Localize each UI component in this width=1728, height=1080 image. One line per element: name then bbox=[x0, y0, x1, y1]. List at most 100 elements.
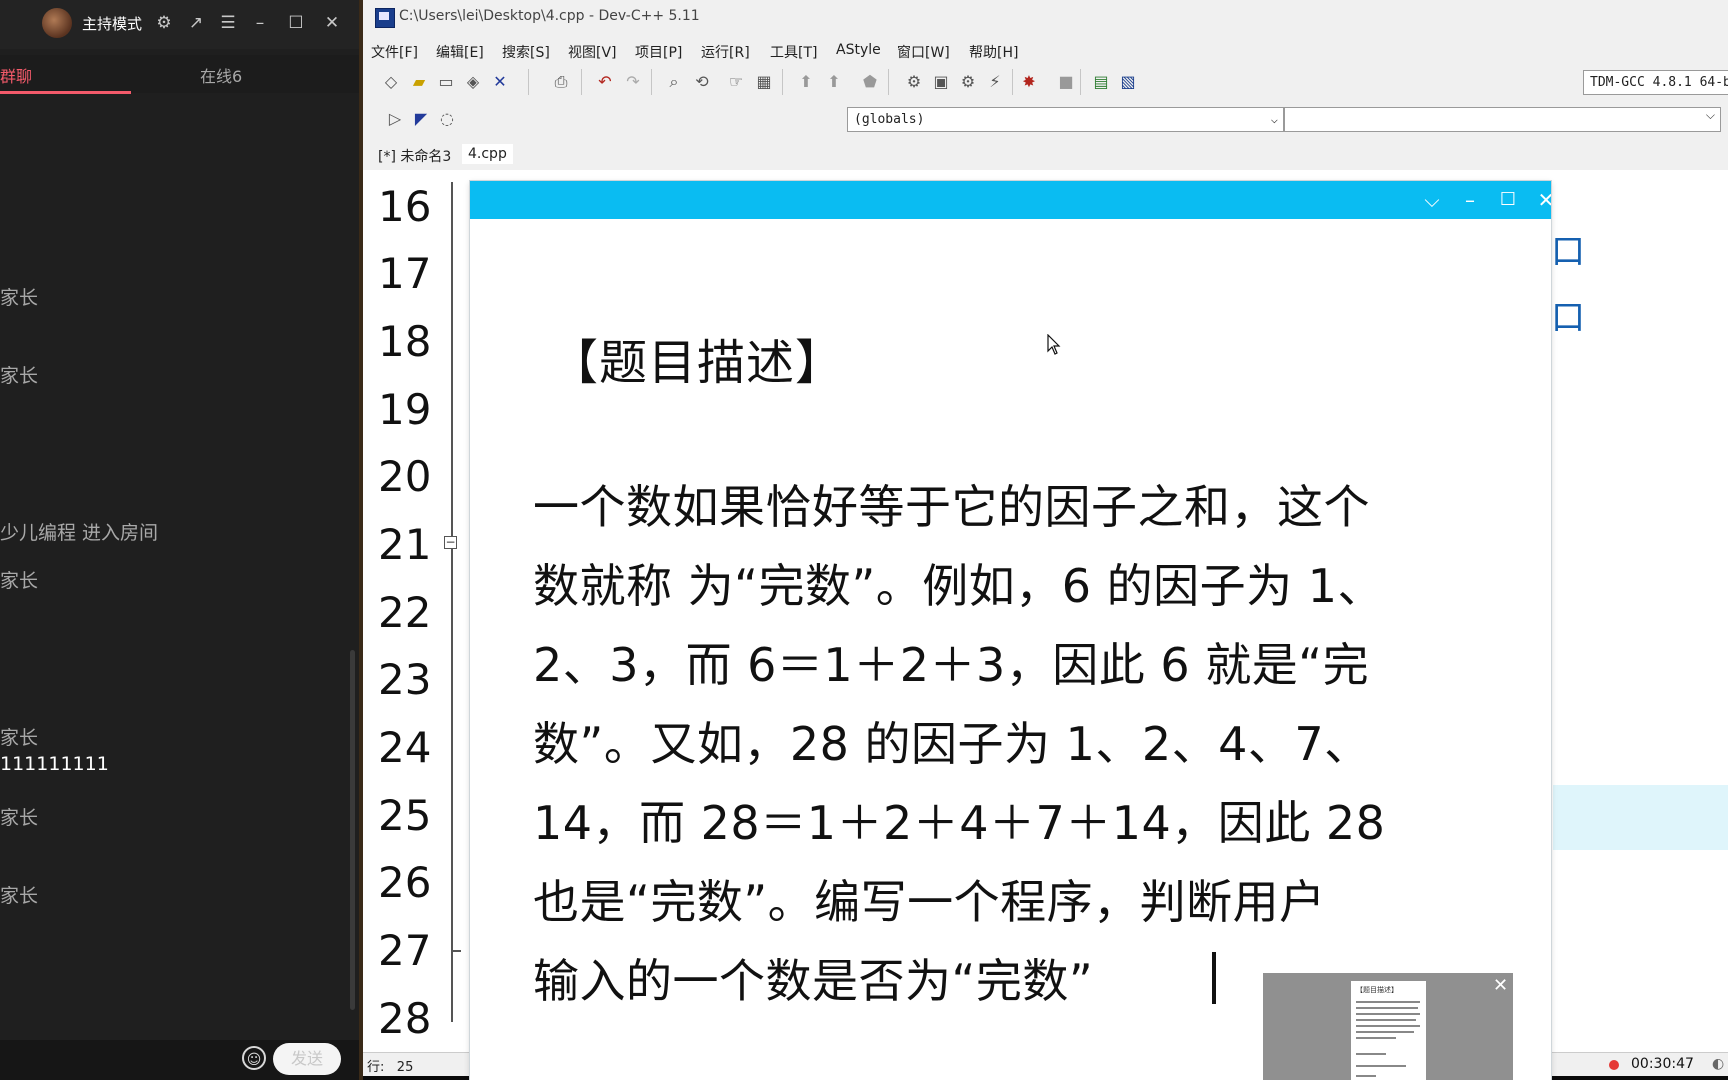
menu-help[interactable]: 帮助[H] bbox=[969, 42, 1018, 62]
replace-icon[interactable]: ⟲ bbox=[691, 71, 713, 93]
problem-heading: 【题目描述】 bbox=[550, 335, 845, 391]
open-file-icon[interactable]: ▰ bbox=[408, 71, 430, 93]
preview-heading: 【题目描述】 bbox=[1356, 986, 1398, 994]
chevron-down-icon: ⌵ bbox=[1705, 108, 1715, 122]
problem-text-line: 一个数如果恰好等于它的因子之和，这个 bbox=[533, 480, 1370, 534]
profile-icon[interactable]: ▧ bbox=[1117, 71, 1139, 93]
minimize-icon[interactable]: – bbox=[1451, 181, 1489, 219]
maximize-icon[interactable]: ☐ bbox=[1489, 181, 1527, 219]
current-line-highlight bbox=[1553, 785, 1728, 850]
book-icon[interactable]: ◤ bbox=[410, 108, 432, 130]
compiler-select[interactable]: TDM-GCC 4.8.1 64-bit Debug ⌵ bbox=[1583, 70, 1728, 95]
problem-text-line: 输入的一个数是否为“完数” bbox=[533, 954, 1094, 1008]
close-icon[interactable]: ✕ bbox=[1527, 181, 1551, 219]
debug-icon[interactable]: ✸ bbox=[1018, 71, 1040, 93]
preview-text-row bbox=[1356, 1001, 1420, 1003]
undo-icon[interactable]: ↶ bbox=[594, 71, 616, 93]
line-number: 18 bbox=[378, 317, 432, 366]
tab-4cpp[interactable]: 4.cpp bbox=[462, 144, 513, 164]
preview-thumbnail[interactable]: 【题目描述】 ✕ bbox=[1263, 973, 1513, 1080]
project-options-icon[interactable]: ▤ bbox=[1090, 71, 1112, 93]
menu-project[interactable]: 项目[P] bbox=[635, 42, 682, 62]
line-number: 16 bbox=[378, 182, 432, 231]
viewer-title-bar[interactable]: ⌵ – ☐ ✕ bbox=[470, 181, 1551, 219]
print-icon[interactable]: ⎙ bbox=[550, 71, 572, 93]
preview-text-row bbox=[1356, 1007, 1418, 1009]
menu-run[interactable]: 运行[R] bbox=[701, 42, 750, 62]
recording-options-icon[interactable]: ◐ bbox=[1712, 1056, 1724, 1072]
menu-file[interactable]: 文件[F] bbox=[371, 42, 418, 62]
recording-time: 00:30:47 bbox=[1631, 1056, 1694, 1072]
member-select[interactable]: ⌵ bbox=[1284, 107, 1721, 132]
indent-icon[interactable]: ⬆ bbox=[795, 71, 817, 93]
tab-online[interactable]: 在线6 bbox=[200, 63, 290, 87]
send-button[interactable]: 发送 bbox=[273, 1043, 341, 1075]
preview-text-row bbox=[1356, 1013, 1420, 1015]
avatar[interactable] bbox=[42, 8, 72, 38]
line-number: 27 bbox=[378, 926, 432, 975]
popout-icon[interactable]: ↗ bbox=[185, 12, 207, 34]
save-icon[interactable]: ▭ bbox=[435, 71, 457, 93]
line-number: 26 bbox=[378, 858, 432, 907]
line-number: 25 bbox=[378, 791, 432, 840]
menu-astyle[interactable]: AStyle bbox=[836, 42, 881, 58]
maximize-icon[interactable]: ☐ bbox=[285, 12, 307, 34]
compile-icon[interactable]: ⚙ bbox=[903, 71, 925, 93]
minimize-icon[interactable]: – bbox=[249, 12, 271, 34]
menu-view[interactable]: 视图[V] bbox=[568, 42, 617, 62]
line-label: 行: bbox=[367, 1060, 385, 1075]
chevron-down-icon: ⌵ bbox=[1270, 112, 1278, 126]
emoji-icon[interactable]: ☺ bbox=[242, 1046, 266, 1070]
active-tab-indicator bbox=[0, 91, 131, 94]
chat-message: 少儿编程 进入房间 bbox=[0, 522, 159, 544]
grid-icon[interactable]: ▦ bbox=[753, 71, 775, 93]
chat-message: 家长 bbox=[0, 287, 39, 309]
find-icon[interactable]: ⌕ bbox=[663, 71, 685, 93]
close-file-icon[interactable]: ✕ bbox=[489, 71, 511, 93]
problem-text-line: 数”。又如，28 的因子为 1、2、4、7、 bbox=[533, 717, 1371, 771]
line-number: 23 bbox=[378, 655, 432, 704]
chat-message: 111111111 bbox=[0, 753, 109, 775]
line-indicator: 行: 25 bbox=[367, 1056, 413, 1075]
chat-header: 主持模式 ⚙ ↗ ☰ – ☐ ✕ bbox=[0, 0, 359, 49]
preview-text-row bbox=[1356, 1019, 1416, 1021]
unindent-icon[interactable]: ⬆ bbox=[823, 71, 845, 93]
preview-text-row bbox=[1356, 1031, 1414, 1033]
chevron-down-icon[interactable]: ⌵ bbox=[1413, 181, 1451, 219]
menu-edit[interactable]: 编辑[E] bbox=[436, 42, 484, 62]
preview-page: 【题目描述】 bbox=[1351, 981, 1426, 1080]
line-number: 17 bbox=[378, 249, 432, 298]
chat-scrollbar[interactable] bbox=[350, 650, 355, 1010]
stop-icon[interactable]: ■ bbox=[1055, 71, 1077, 93]
compile-run-icon[interactable]: ⚙ bbox=[957, 71, 979, 93]
tag-icon[interactable]: ◌ bbox=[436, 108, 458, 130]
scope-select[interactable]: (globals) ⌵ bbox=[847, 107, 1284, 132]
code-glyph: 口 bbox=[1551, 232, 1585, 272]
toolbar-separator bbox=[1080, 69, 1081, 95]
close-icon[interactable]: ✕ bbox=[1493, 977, 1508, 995]
close-icon[interactable]: ✕ bbox=[321, 12, 343, 34]
goto-icon[interactable]: ☞ bbox=[725, 71, 747, 93]
rebuild-icon[interactable]: ⚡ bbox=[984, 71, 1006, 93]
line-number: 20 bbox=[378, 452, 432, 501]
toggle-bookmark-icon[interactable]: ⬟ bbox=[859, 71, 881, 93]
new-file-icon[interactable]: ◇ bbox=[380, 71, 402, 93]
preview-text-row bbox=[1356, 1037, 1396, 1039]
fold-toggle-icon[interactable]: − bbox=[444, 536, 457, 549]
menu-icon[interactable]: ☰ bbox=[217, 12, 239, 34]
play-icon[interactable]: ▷ bbox=[384, 108, 406, 130]
settings-icon[interactable]: ⚙ bbox=[153, 12, 175, 34]
devcpp-icon bbox=[375, 8, 395, 28]
code-glyph: 口 bbox=[1551, 298, 1585, 338]
menu-window[interactable]: 窗口[W] bbox=[897, 42, 950, 62]
tab-group-chat[interactable]: 群聊 bbox=[0, 63, 131, 87]
redo-icon[interactable]: ↷ bbox=[622, 71, 644, 93]
save-all-icon[interactable]: ◈ bbox=[462, 71, 484, 93]
run-icon[interactable]: ▣ bbox=[930, 71, 952, 93]
line-number: 22 bbox=[378, 588, 432, 637]
preview-text-row bbox=[1356, 1025, 1420, 1027]
menu-search[interactable]: 搜索[S] bbox=[502, 42, 550, 62]
line-number: 28 bbox=[378, 994, 432, 1043]
menu-tools[interactable]: 工具[T] bbox=[770, 42, 817, 62]
tab-unnamed3[interactable]: [*] 未命名3 bbox=[372, 144, 457, 168]
